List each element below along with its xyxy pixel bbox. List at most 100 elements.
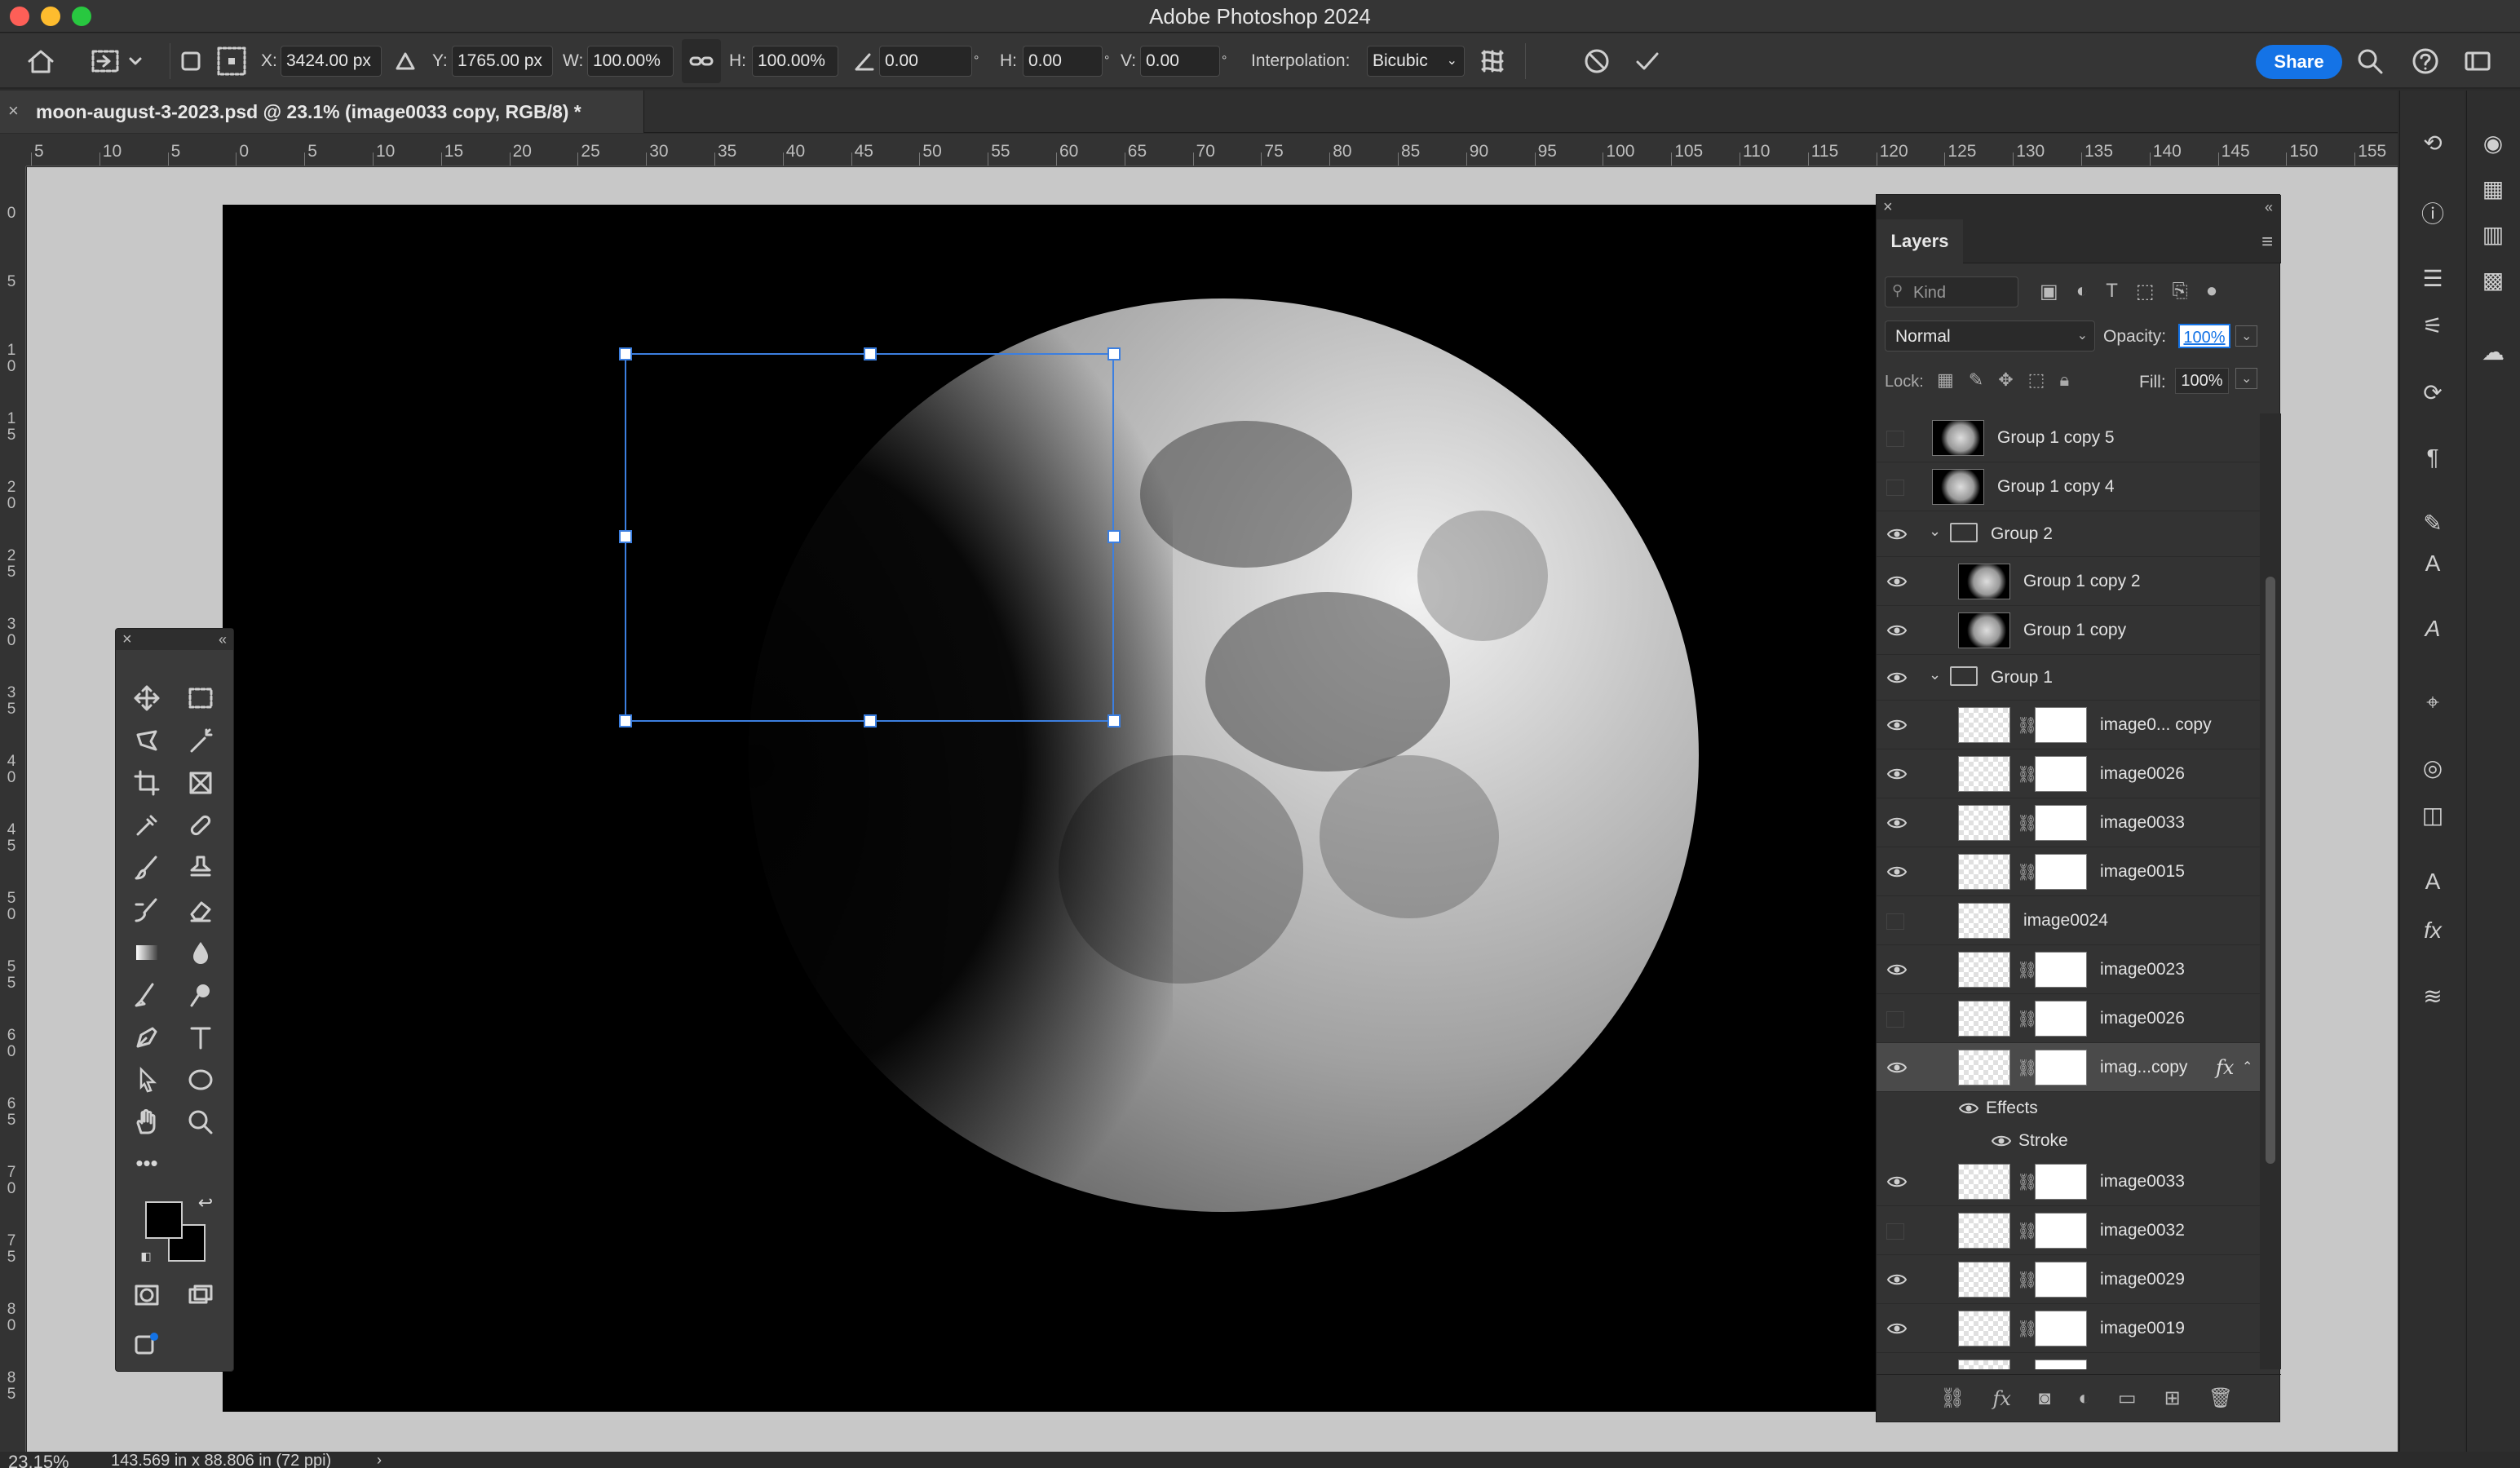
layer-row[interactable]: ⌄ Group 1	[1877, 655, 2260, 701]
layer-row[interactable]: ⌄ Group 2	[1877, 511, 2260, 557]
hand-tool-icon[interactable]	[127, 1103, 166, 1141]
layer-mask-thumbnail-icon[interactable]	[2035, 1164, 2087, 1200]
styles-icon[interactable]: fx	[2416, 914, 2449, 947]
brush-settings-icon[interactable]: ✎	[2416, 506, 2449, 539]
actions-icon[interactable]: ⟳	[2416, 376, 2449, 409]
eye-icon[interactable]	[1886, 1174, 1909, 1191]
eye-icon[interactable]	[1886, 816, 1909, 832]
clone-source-icon[interactable]: ◎	[2416, 751, 2449, 784]
layer-row[interactable]: ⛓image0017	[1877, 1353, 2260, 1369]
home-icon[interactable]	[24, 33, 57, 89]
horizontal-ruler[interactable]: 5 10 5 0 5 10 15 20 25 30 35 40 45 50 55 60 65 70 75 80 85 90…	[26, 134, 2398, 166]
eye-icon[interactable]	[1886, 574, 1909, 590]
eye-icon[interactable]	[1886, 864, 1909, 881]
hskew-field[interactable]: 0.00	[1023, 46, 1103, 77]
layer-row[interactable]: ⛓ image0026	[1877, 994, 2260, 1043]
width-field[interactable]: 100.00%	[587, 46, 674, 77]
eye-icon[interactable]	[1958, 1101, 1979, 1116]
glyphs-icon[interactable]: A	[2416, 612, 2449, 645]
character-styles-icon[interactable]: A	[2416, 547, 2449, 580]
reference-point-checkbox[interactable]	[181, 33, 201, 89]
interpolation-select[interactable]: Bicubic ⌄	[1367, 46, 1465, 77]
layer-mask-thumbnail-icon[interactable]	[2035, 1360, 2087, 1369]
filter-toggle-icon[interactable]: ●	[2206, 280, 2218, 303]
eraser-tool-icon[interactable]	[181, 891, 220, 929]
layer-row[interactable]: image0024	[1877, 896, 2260, 945]
collapse-effects-icon[interactable]: ⌃	[2242, 1043, 2253, 1092]
layer-mask-thumbnail-icon[interactable]	[2035, 756, 2087, 792]
visibility-toggle[interactable]	[1886, 431, 1909, 447]
layer-mask-thumbnail-icon[interactable]	[2035, 1311, 2087, 1346]
properties-icon[interactable]: ☰	[2416, 262, 2449, 294]
visibility-toggle[interactable]	[1886, 1223, 1909, 1240]
lock-artboard-icon[interactable]: ⬚	[2028, 369, 2045, 391]
adjustment-layer-icon[interactable]: ◐	[2078, 1387, 2090, 1410]
layer-mask-thumbnail-icon[interactable]	[2035, 854, 2087, 890]
help-icon[interactable]	[2411, 33, 2440, 89]
layer-row[interactable]: ⛓ image0023	[1877, 945, 2260, 994]
eye-icon[interactable]	[1886, 1060, 1909, 1077]
close-panel-icon[interactable]: ×	[1883, 195, 1893, 219]
expand-group-icon[interactable]: ⌄	[1929, 666, 1941, 683]
layer-mask-thumbnail-icon[interactable]	[2035, 1050, 2087, 1086]
patterns-icon[interactable]: ▩	[2477, 263, 2509, 296]
layer-row[interactable]: ⛓ image0015	[1877, 847, 2260, 896]
eye-icon[interactable]	[1886, 767, 1909, 783]
layer-row[interactable]: Group 1 copy 2	[1877, 557, 2260, 606]
libraries-icon[interactable]: ☁	[2477, 335, 2509, 368]
transform-handle-top-left[interactable]	[619, 347, 632, 360]
delete-layer-icon[interactable]: 🗑︎	[2208, 1386, 2233, 1410]
healing-brush-icon[interactable]	[181, 807, 220, 844]
sponge-tool-icon[interactable]	[181, 976, 220, 1014]
transform-handle-bottom[interactable]	[864, 714, 877, 727]
lock-transparent-icon[interactable]: ▦	[1937, 369, 1954, 391]
info-icon[interactable]: ⓘ	[2416, 197, 2449, 229]
move-tool-icon[interactable]	[127, 679, 166, 717]
layer-row[interactable]: Group 1 copy	[1877, 606, 2260, 655]
transform-handle-bottom-right[interactable]	[1107, 714, 1121, 727]
history-brush-icon[interactable]	[127, 891, 166, 929]
workspace-icon[interactable]	[2463, 33, 2492, 89]
rotate-field[interactable]: 0.00	[879, 46, 972, 77]
filter-adjustment-icon[interactable]: ◐	[2076, 280, 2089, 303]
layer-row[interactable]: ⛓ image0032	[1877, 1206, 2260, 1255]
layers-scrollbar[interactable]	[2260, 413, 2281, 1369]
layer-mask-thumbnail-icon[interactable]	[2035, 1262, 2087, 1298]
tab-layers[interactable]: Layers	[1877, 219, 1963, 263]
commit-transform-icon[interactable]	[1633, 33, 1662, 89]
reference-point-grid-icon[interactable]	[215, 33, 248, 89]
eyedropper-icon[interactable]	[127, 807, 166, 844]
search-icon[interactable]	[2355, 33, 2385, 89]
share-button[interactable]: Share	[2256, 45, 2342, 79]
eye-icon[interactable]	[1886, 962, 1909, 979]
new-group-icon[interactable]: ▭	[2118, 1386, 2137, 1410]
filter-type-icon[interactable]: T	[2106, 280, 2118, 303]
lock-all-icon[interactable]: 🔒︎	[2059, 369, 2069, 391]
layer-mask-thumbnail-icon[interactable]	[2035, 952, 2087, 988]
layer-mask-thumbnail-icon[interactable]	[2035, 1213, 2087, 1249]
layer-row[interactable]: Group 1 copy 4	[1877, 462, 2260, 511]
paths-icon[interactable]: ⌖	[2416, 686, 2449, 719]
vskew-field[interactable]: 0.00	[1140, 46, 1220, 77]
add-mask-icon[interactable]: ◙	[2039, 1387, 2051, 1410]
collapse-panel-icon[interactable]: «	[2265, 195, 2273, 219]
frame-tool-icon[interactable]	[181, 764, 220, 802]
chevron-right-icon[interactable]: ›	[377, 1452, 382, 1468]
filter-smart-object-icon[interactable]: ⎘	[2173, 280, 2188, 303]
layer-row[interactable]: Group 1 copy 5	[1877, 413, 2260, 462]
notes-icon[interactable]: ◫	[2416, 798, 2449, 831]
type-tool-icon[interactable]	[181, 1019, 220, 1056]
eye-icon[interactable]	[1886, 718, 1909, 734]
layer-mask-thumbnail-icon[interactable]	[2035, 805, 2087, 841]
blur-tool-icon[interactable]	[181, 934, 220, 971]
link-layers-icon[interactable]: ⛓	[1940, 1386, 1965, 1410]
magic-wand-icon[interactable]	[181, 722, 220, 759]
layer-effects-icon[interactable]: fx	[2216, 1043, 2234, 1092]
ellipse-tool-icon[interactable]	[181, 1061, 220, 1099]
stroke-effect-row[interactable]: Stroke	[1877, 1125, 2260, 1157]
opacity-dropdown-icon[interactable]: ⌄	[2235, 325, 2258, 347]
transform-bounding-box[interactable]	[625, 353, 1114, 722]
lasso-tool-icon[interactable]	[127, 722, 166, 759]
blend-mode-select[interactable]: Normal ⌄	[1885, 321, 2095, 352]
y-position-field[interactable]: 1765.00 px	[452, 46, 553, 77]
